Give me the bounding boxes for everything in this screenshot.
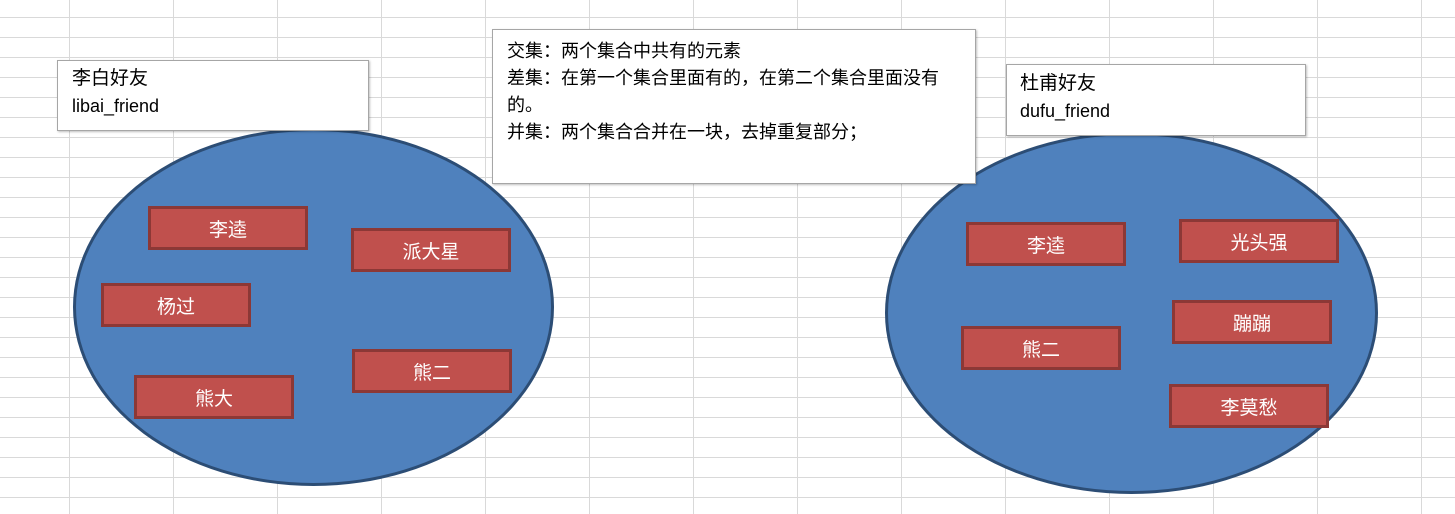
libai-item-liku[interactable]: 李逵 — [148, 206, 308, 250]
libai-set-name: libai_friend — [72, 96, 160, 116]
element-label: 蹦蹦 — [1232, 312, 1271, 335]
element-label: 杨过 — [156, 295, 195, 318]
element-label: 熊大 — [194, 387, 233, 410]
element-label: 李逵 — [1026, 234, 1065, 257]
dufu-item-bengbeng[interactable]: 蹦蹦 — [1172, 300, 1332, 344]
dufu-set-name: dufu_friend — [1020, 101, 1111, 121]
element-label: 李逵 — [208, 218, 247, 241]
libai-item-xiongda[interactable]: 熊大 — [134, 375, 294, 419]
element-label: 熊二 — [1021, 338, 1060, 361]
union-definition: 并集：两个集合合并在一块，去掉重复部分； — [507, 122, 867, 143]
set-operations-note[interactable]: 交集：两个集合中共有的元素 差集：在第一个集合里面有的，在第二个集合里面没有的。… — [492, 29, 976, 184]
dufu-label-box[interactable]: 杜甫好友 dufu_friend — [1006, 64, 1306, 136]
libai-item-paidaxing[interactable]: 派大星 — [351, 228, 511, 272]
libai-label-box[interactable]: 李白好友 libai_friend — [57, 60, 369, 131]
intersection-definition: 交集：两个集合中共有的元素 — [507, 41, 741, 62]
libai-item-xionger[interactable]: 熊二 — [352, 349, 512, 393]
element-label: 熊二 — [412, 361, 451, 384]
element-label: 光头强 — [1230, 231, 1288, 254]
dufu-title: 杜甫好友 — [1020, 72, 1097, 94]
dufu-item-xionger[interactable]: 熊二 — [961, 326, 1121, 370]
dufu-item-liku[interactable]: 李逵 — [966, 222, 1126, 266]
dufu-item-limochou[interactable]: 李莫愁 — [1169, 384, 1329, 428]
element-label: 派大星 — [402, 240, 460, 263]
libai-title: 李白好友 — [72, 67, 149, 89]
libai-item-yangguo[interactable]: 杨过 — [101, 283, 251, 327]
difference-definition: 差集：在第一个集合里面有的，在第二个集合里面没有的。 — [507, 68, 939, 116]
dufu-item-guangtouqiang[interactable]: 光头强 — [1179, 219, 1339, 263]
element-label: 李莫愁 — [1220, 396, 1278, 419]
